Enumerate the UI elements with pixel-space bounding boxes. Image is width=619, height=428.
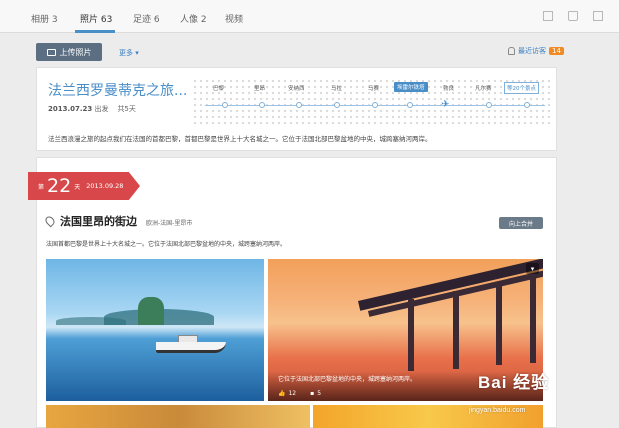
stop-label-5[interactable]: 马赛	[368, 84, 379, 92]
trip-date-line: 2013.07.23 出发 共5天	[48, 104, 136, 114]
tab-videos[interactable]: 视频	[225, 12, 243, 25]
watermark-url: jingyan.baidu.com	[469, 407, 526, 414]
chevron-down-icon: ▾	[530, 264, 535, 273]
trip-title[interactable]: 法兰西罗曼蒂克之旅...	[48, 80, 187, 100]
trip-duration: 共5天	[117, 105, 136, 113]
trip-card: 法兰西罗曼蒂克之旅... 2013.07.23 出发 共5天 巴黎 里昂 安纳西…	[36, 67, 557, 151]
upload-icon	[46, 48, 56, 56]
airplane-icon: ✈	[441, 99, 450, 110]
comment-icon: ▪	[310, 390, 315, 397]
route-stop[interactable]	[334, 102, 340, 108]
place-title: 法国里昂的街边	[60, 215, 137, 228]
day-prefix: 第	[38, 183, 45, 191]
trip-depart: 出发	[94, 105, 109, 113]
day-date: 2013.09.28	[86, 182, 124, 190]
more-dropdown[interactable]: 更多 ▾	[119, 48, 139, 58]
trip-description: 法兰西浪漫之旅的起点我们在法国的首都巴黎，首都巴黎是世界上十大名城之一。它位于法…	[48, 135, 432, 143]
trip-date: 2013.07.23	[48, 105, 93, 113]
active-tab-indicator	[75, 30, 115, 33]
route-stop[interactable]	[259, 102, 265, 108]
tab-footprints[interactable]: 足迹 6	[133, 12, 160, 25]
stop-label-1[interactable]: 巴黎	[213, 84, 224, 92]
boat	[156, 342, 226, 353]
photo-stats: 👍 12 ▪ 5	[278, 390, 321, 397]
day-banner: 第 22 天 2013.09.28	[28, 172, 140, 200]
stop-label-2[interactable]: 里昂	[254, 84, 265, 92]
bridge-deck	[358, 259, 543, 311]
comment-count: 5	[317, 390, 322, 397]
stop-label-3[interactable]: 安纳西	[288, 84, 305, 92]
more-stops-button[interactable]: 等20个景点	[504, 82, 539, 94]
stop-label-4[interactable]: 马拉	[331, 84, 342, 92]
island-rock	[138, 297, 164, 325]
bridge-pillar	[530, 277, 536, 363]
upload-photo-button[interactable]: 上传照片	[36, 43, 102, 61]
upload-photo-label: 上传照片	[59, 47, 92, 57]
grid-view-icon[interactable]	[543, 11, 553, 21]
watermark-brand: Bai 经验	[478, 373, 550, 392]
place-description: 法国首都巴黎是世界上十大名城之一。它位于法国北部巴黎盆地的中央，城跨塞纳河两岸。	[46, 241, 287, 248]
merge-up-button[interactable]: 向上合并	[499, 217, 543, 229]
stop-label-8[interactable]: 凡尔赛	[475, 84, 492, 92]
route-stop[interactable]	[372, 102, 378, 108]
person-icon	[508, 47, 515, 55]
far-hills	[56, 317, 126, 325]
tab-albums[interactable]: 相册 3	[31, 12, 58, 25]
photo-golden-arches[interactable]	[46, 405, 310, 428]
route-stop[interactable]	[296, 102, 302, 108]
bridge-pillar	[453, 291, 459, 369]
trash-icon[interactable]	[568, 11, 578, 21]
photo-menu-button[interactable]: ▾	[526, 263, 539, 274]
stop-label-current[interactable]: 埃雷尔铁塔	[394, 82, 428, 92]
bridge-pillar	[408, 299, 414, 371]
route-stop[interactable]	[486, 102, 492, 108]
tab-photos[interactable]: 照片 63	[80, 12, 112, 25]
route-stop[interactable]	[524, 102, 530, 108]
route-stop[interactable]	[222, 102, 228, 108]
bridge-pillar	[496, 283, 502, 365]
visitors-count-badge: 14	[549, 47, 564, 55]
comment-button[interactable]: ▪ 5	[310, 390, 321, 397]
thumbs-up-icon: 👍	[278, 390, 286, 397]
day-number: 22	[47, 175, 72, 197]
like-button[interactable]: 👍 12	[278, 390, 296, 397]
recent-visitors-label: 最近访客	[518, 47, 546, 55]
like-count: 12	[288, 390, 297, 397]
place-location: 欧洲-法国-里昂市	[146, 220, 193, 227]
edit-icon[interactable]	[593, 11, 603, 21]
photo-caption: 它位于法国北部巴黎盆地的中央，城跨塞纳河两岸。	[278, 376, 417, 383]
recent-visitors-link[interactable]: 最近访客 14	[508, 46, 564, 56]
day-suffix: 天	[74, 183, 81, 191]
baidu-watermark: Bai 经验	[478, 368, 549, 393]
tab-portraits[interactable]: 人像 2	[180, 12, 207, 25]
route-stop[interactable]	[407, 102, 413, 108]
photo-lake-boat[interactable]	[46, 259, 264, 401]
stop-label-7[interactable]: 勃良	[443, 84, 454, 92]
tab-bar: 相册 3 照片 63 足迹 6 人像 2 视频	[0, 0, 619, 33]
